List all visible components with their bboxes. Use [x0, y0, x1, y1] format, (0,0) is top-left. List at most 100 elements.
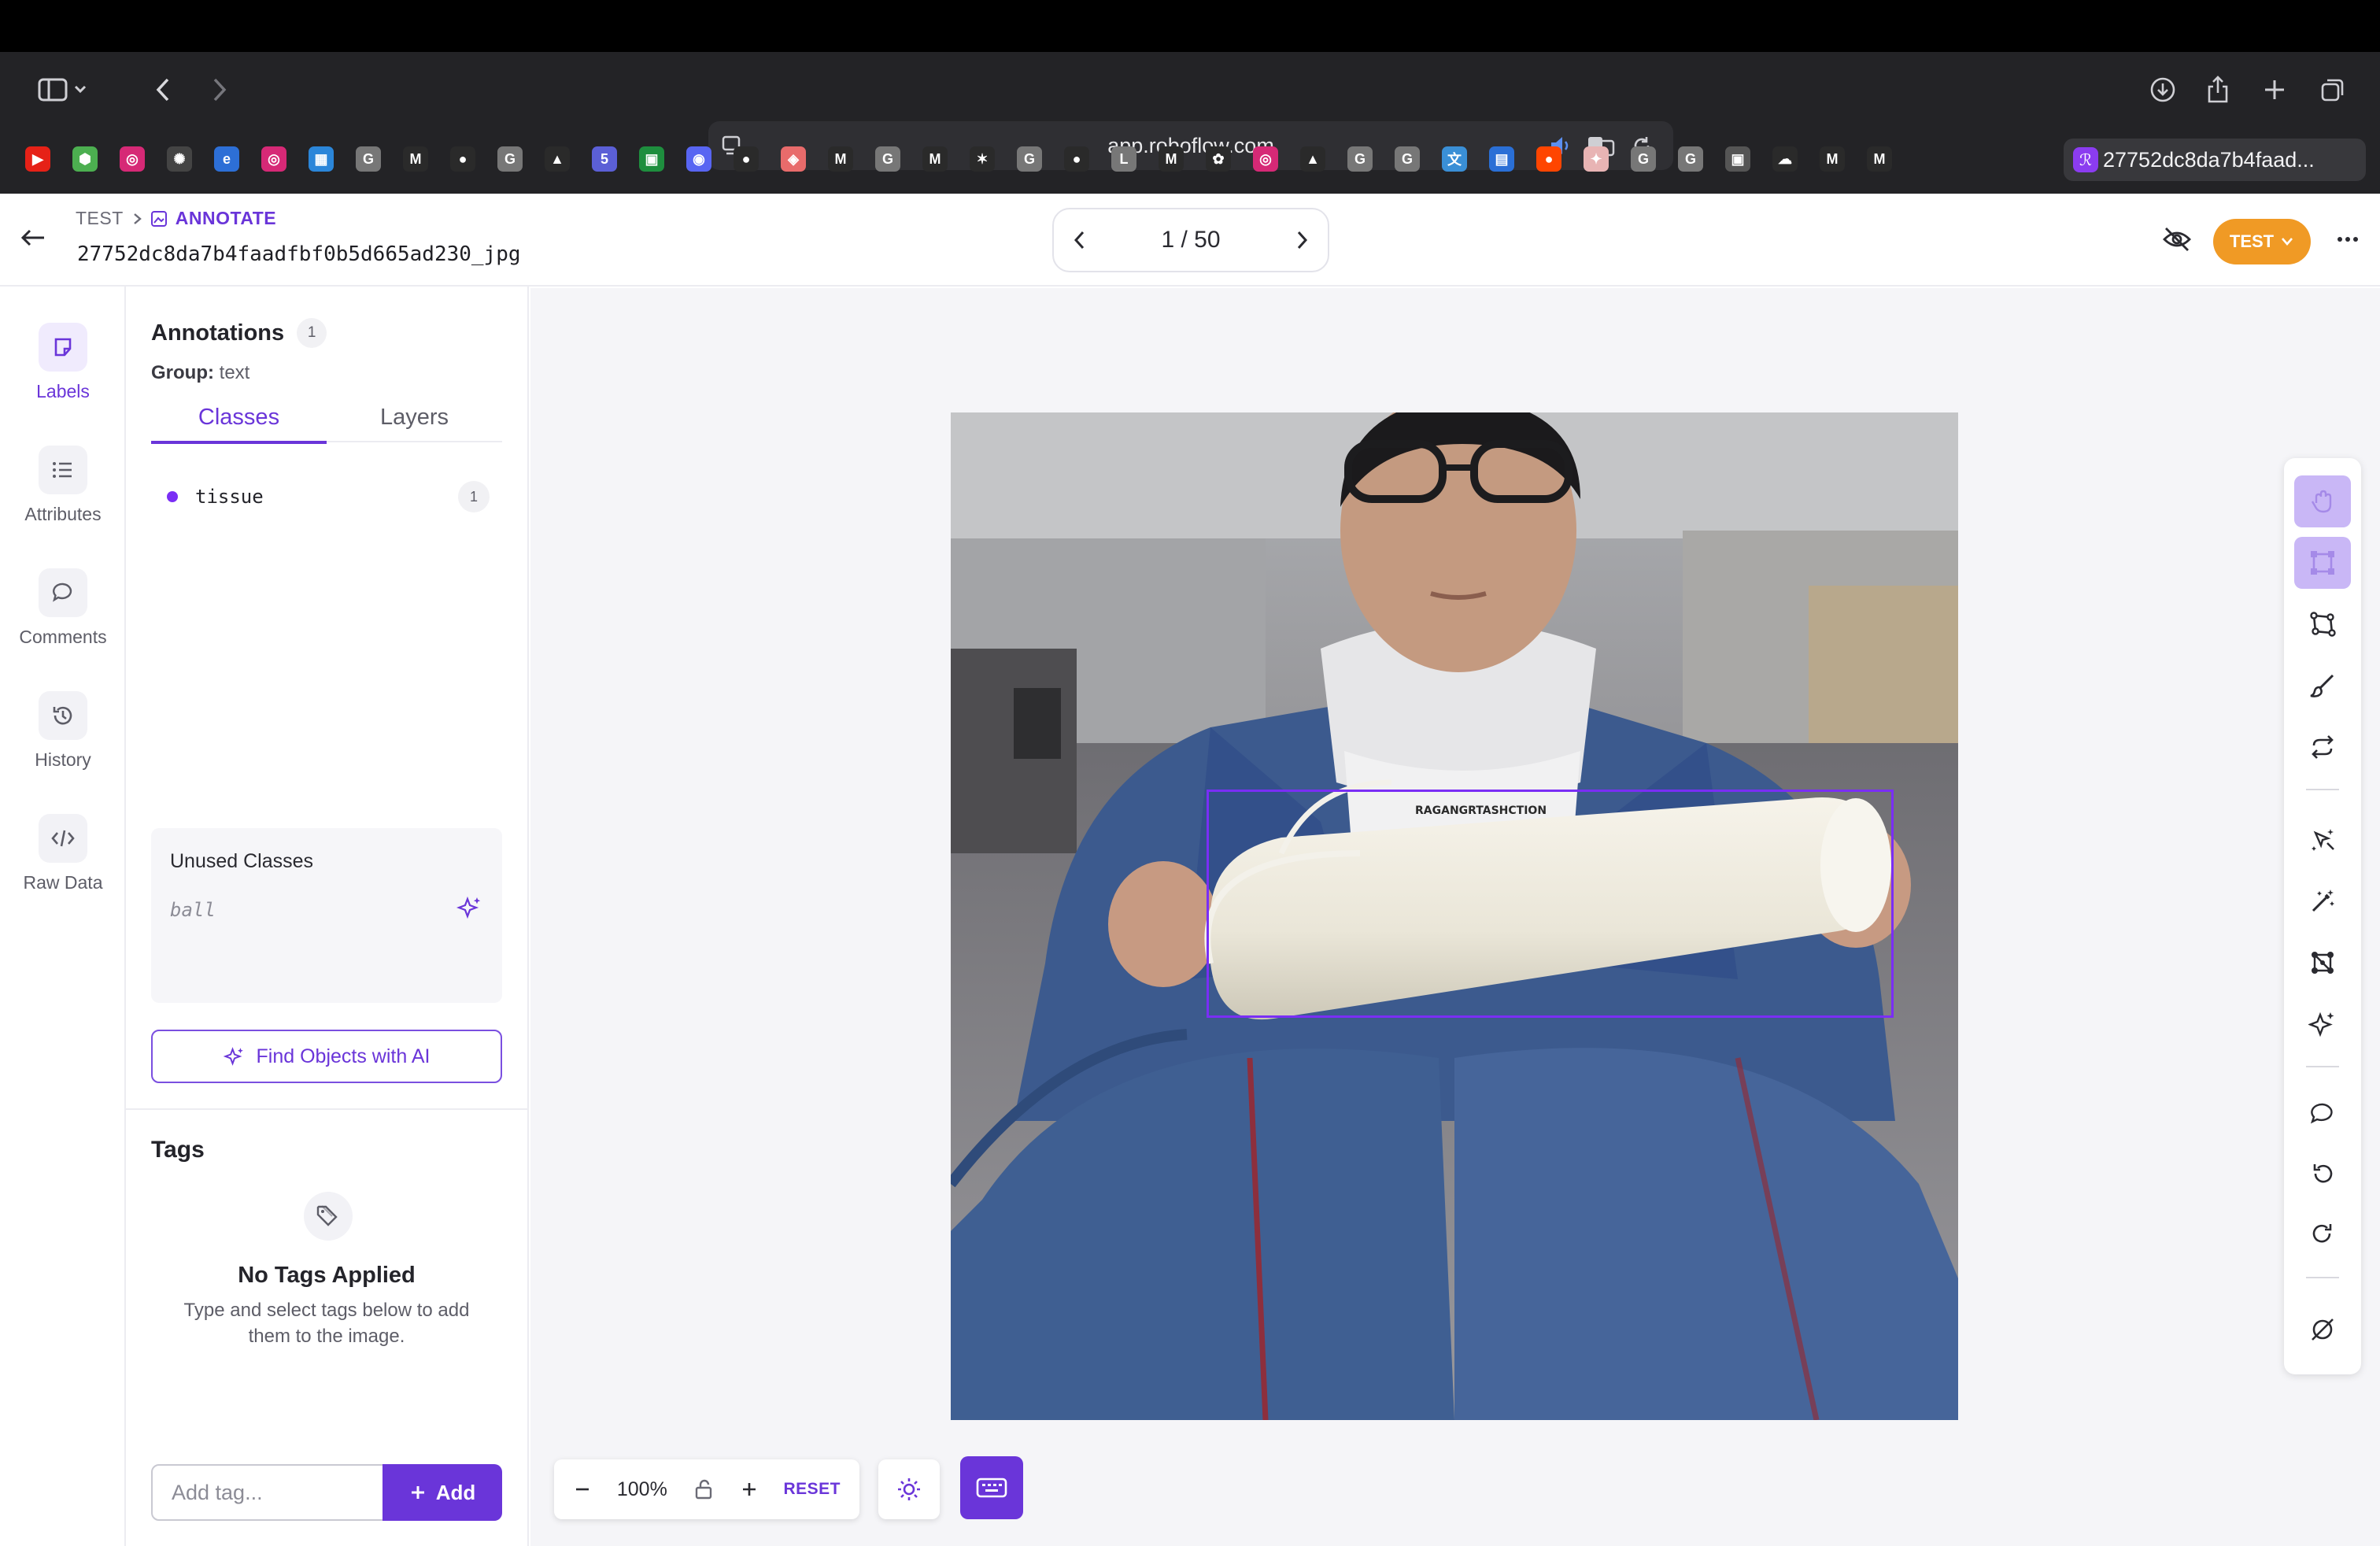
forward-button[interactable] [198, 71, 241, 109]
tool-clear[interactable] [2294, 1304, 2351, 1356]
bookmark-item[interactable]: ✺ [156, 140, 203, 178]
rail-labels[interactable]: Labels [0, 323, 126, 402]
bookmark-item[interactable]: e [203, 140, 250, 178]
bookmark-item[interactable]: ● [1053, 140, 1100, 178]
annotations-header: Annotations 1 [151, 318, 327, 348]
new-tab-button[interactable] [2254, 69, 2295, 110]
tool-magic-wand[interactable] [2294, 875, 2351, 927]
bookmark-item[interactable]: ▶ [14, 140, 61, 178]
tool-repeat[interactable] [2294, 721, 2351, 773]
tool-drag[interactable] [2294, 475, 2351, 527]
repeat-icon [2312, 735, 2334, 759]
bookmark-item[interactable]: ▣ [1714, 140, 1761, 178]
tab-layers[interactable]: Layers [327, 394, 502, 441]
bookmark-item[interactable]: ● [1525, 140, 1572, 178]
google-g-icon: G [497, 146, 523, 172]
bookmark-item[interactable]: G [345, 140, 392, 178]
bookmark-item[interactable]: G [864, 140, 911, 178]
bookmark-item[interactable]: G [1006, 140, 1053, 178]
rail-comments[interactable]: Comments [0, 568, 126, 648]
version-button[interactable]: TEST [2213, 219, 2311, 264]
chevron-right-icon[interactable] [1293, 228, 1310, 252]
polygon-icon [2310, 612, 2336, 637]
bookmark-item[interactable]: ◎ [1242, 140, 1289, 178]
bookmark-item[interactable]: M [1148, 140, 1195, 178]
active-tab[interactable]: ℛ 27752dc8da7b4faad... [2064, 139, 2366, 181]
chevron-right-icon [213, 78, 227, 102]
bookmark-item[interactable]: ◎ [109, 140, 156, 178]
tool-comment[interactable] [2294, 1088, 2351, 1140]
bookmarks-bar: ▶ ⬢ ◎ ✺ e ◎ ▦ G M ● G ▲ 5 ▣ ◉ ● ◈ M G M ✶ G ● L M ✿ ◎ ▲ G G 文 ▤ ● ✦ G G ▣ ☁ M M [14, 140, 1903, 178]
colab-icon: ✶ [970, 146, 995, 172]
bookmark-item[interactable]: ▲ [534, 140, 581, 178]
tab-classes[interactable]: Classes [151, 394, 327, 444]
find-objects-ai-button[interactable]: Find Objects with AI [151, 1030, 502, 1083]
unlock-icon[interactable] [693, 1478, 715, 1500]
bookmark-item[interactable]: ● [722, 140, 770, 178]
tag-input[interactable] [151, 1464, 384, 1521]
bookmark-item[interactable]: M [1809, 140, 1856, 178]
tool-ai-label[interactable] [2294, 998, 2351, 1050]
bookmark-item[interactable]: M [1856, 140, 1903, 178]
bookmark-item[interactable]: M [392, 140, 439, 178]
bookmark-item[interactable]: ✶ [959, 140, 1006, 178]
bookmark-item[interactable]: ◈ [770, 140, 817, 178]
bookmark-item[interactable]: 文 [1431, 140, 1478, 178]
bookmark-item[interactable]: G [1667, 140, 1714, 178]
bookmark-item[interactable]: ☁ [1761, 140, 1809, 178]
more-options-button[interactable] [2336, 231, 2360, 247]
bookmark-item[interactable]: G [1384, 140, 1431, 178]
downloads-button[interactable] [2142, 69, 2183, 110]
zoom-in-icon[interactable] [740, 1480, 759, 1499]
tool-keypoint[interactable] [2294, 937, 2351, 989]
bookmark-item[interactable]: ▣ [628, 140, 675, 178]
class-row-tissue[interactable]: tissue 1 [151, 479, 502, 515]
rail-attributes[interactable]: Attributes [0, 446, 126, 525]
back-arrow-button[interactable] [19, 227, 49, 249]
bookmark-item[interactable]: ✦ [1572, 140, 1620, 178]
bookmark-item[interactable]: ✿ [1195, 140, 1242, 178]
reset-zoom-button[interactable]: RESET [783, 1480, 841, 1499]
back-button[interactable] [142, 71, 184, 109]
share-button[interactable] [2197, 69, 2238, 110]
bookmark-item[interactable]: G [486, 140, 534, 178]
unused-class-ball[interactable]: ball [170, 899, 216, 921]
google-g-icon: G [1678, 146, 1703, 172]
bookmark-item[interactable]: ◉ [675, 140, 722, 178]
tab-overview-button[interactable] [2312, 69, 2353, 110]
tool-redo[interactable] [2294, 1208, 2351, 1259]
bookmark-item[interactable]: ● [439, 140, 486, 178]
translate-icon: 文 [1442, 146, 1467, 172]
breadcrumb-project[interactable]: TEST [76, 208, 124, 229]
bookmark-item[interactable]: G [1620, 140, 1667, 178]
bookmark-item[interactable]: 5 [581, 140, 628, 178]
bookmark-item[interactable]: M [911, 140, 959, 178]
tool-polygon[interactable] [2294, 598, 2351, 650]
bounding-box-tissue[interactable] [1207, 790, 1894, 1018]
hide-annotations-button[interactable] [2161, 225, 2193, 253]
chevron-left-icon[interactable] [1071, 228, 1088, 252]
bookmark-item[interactable]: M [817, 140, 864, 178]
bookmark-item[interactable]: ⬢ [61, 140, 109, 178]
keyboard-shortcuts-button[interactable] [960, 1456, 1023, 1519]
bookmark-item[interactable]: ▤ [1478, 140, 1525, 178]
rail-raw-data[interactable]: Raw Data [0, 814, 126, 893]
tool-bounding-box[interactable] [2294, 537, 2351, 589]
sparkle-icon[interactable] [456, 894, 483, 921]
bookmark-item[interactable]: ▦ [298, 140, 345, 178]
bookmark-item[interactable]: G [1336, 140, 1384, 178]
tool-undo[interactable] [2294, 1148, 2351, 1200]
rail-history[interactable]: History [0, 691, 126, 771]
bookmark-item[interactable]: ▲ [1289, 140, 1336, 178]
bookmark-item[interactable]: ◎ [250, 140, 298, 178]
annotation-canvas[interactable]: RAGANGRTASHCTION [530, 288, 2380, 1546]
github-icon: ● [734, 146, 759, 172]
bookmark-item[interactable]: L [1100, 140, 1148, 178]
tool-smart-select[interactable] [2294, 814, 2351, 866]
sidebar-toggle-button[interactable] [24, 71, 102, 109]
tool-brush[interactable] [2294, 660, 2351, 712]
zoom-out-icon[interactable] [573, 1480, 592, 1499]
add-tag-button[interactable]: Add [382, 1464, 502, 1521]
annotated-image[interactable]: RAGANGRTASHCTION [951, 412, 1958, 1420]
brightness-button[interactable] [878, 1459, 940, 1519]
